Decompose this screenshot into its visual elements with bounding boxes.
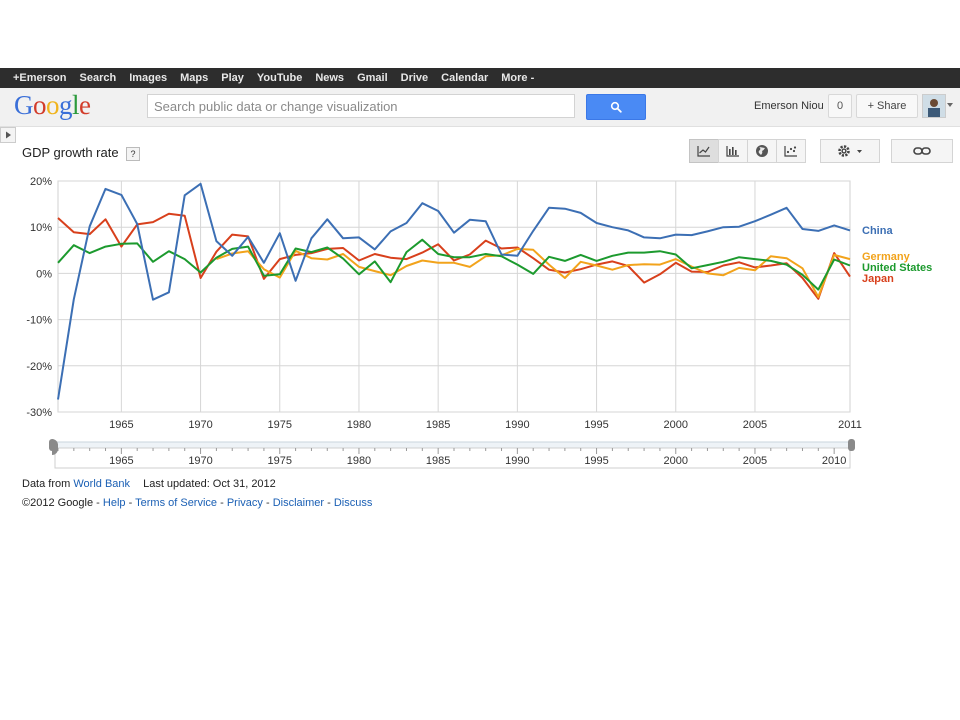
copyright: ©2012 Google	[22, 497, 94, 509]
timeline-label: 1980	[347, 455, 371, 467]
line-chart-icon	[697, 146, 710, 157]
logo-letter: G	[14, 90, 34, 120]
timeline-label: 1985	[426, 455, 450, 467]
header: Google Emerson Niou 0 + Share	[0, 88, 960, 127]
x-tick-label: 2005	[743, 419, 767, 431]
notification-count[interactable]: 0	[828, 94, 852, 118]
legend-label-china[interactable]: China	[862, 225, 893, 237]
x-tick-label: 1985	[426, 419, 450, 431]
logo-letter: l	[72, 90, 80, 120]
terms-link[interactable]: Terms of Service	[135, 497, 217, 509]
timeline-handle-left-knob[interactable]	[49, 439, 55, 451]
user-name[interactable]: Emerson Niou	[754, 100, 824, 112]
x-tick-label: 1970	[188, 419, 212, 431]
timeline-label: 1995	[584, 455, 608, 467]
logo-letter: e	[79, 90, 91, 120]
timeline-slider[interactable]: 1965 1970 1975 1980 1985 1990 1995 2000 2005 2010	[49, 439, 855, 469]
timeline-label: 1990	[505, 455, 529, 467]
chart-legend: ChinaGermanyUnited StatesJapan	[862, 225, 932, 285]
nav-item-news[interactable]: News	[315, 72, 344, 84]
y-tick-label: 10%	[30, 222, 52, 234]
link-button[interactable]	[891, 139, 953, 163]
timeline-handle-right[interactable]	[848, 439, 855, 451]
series-line-china[interactable]	[57, 182, 851, 400]
globe-icon	[756, 145, 768, 157]
timeline-label: 2005	[743, 455, 767, 467]
data-source-line: Data from World Bank Last updated: Oct 3…	[22, 478, 276, 490]
y-tick-label: -20%	[26, 361, 52, 373]
discuss-link[interactable]: Discuss	[334, 497, 373, 509]
search-button[interactable]	[586, 94, 646, 120]
map-button[interactable]	[747, 139, 777, 163]
timeline-label: 1975	[268, 455, 292, 467]
scatter-icon	[784, 146, 797, 157]
share-button[interactable]: + Share	[856, 94, 918, 118]
nav-item-play[interactable]: Play	[221, 72, 244, 84]
timeline-track[interactable]	[54, 441, 851, 449]
x-tick-label: 1990	[505, 419, 529, 431]
help-button[interactable]: ?	[126, 147, 140, 161]
privacy-link[interactable]: Privacy	[227, 497, 263, 509]
help-link[interactable]: Help	[103, 497, 126, 509]
avatar-photo-icon	[923, 95, 945, 117]
nav-item-gmail[interactable]: Gmail	[357, 72, 388, 84]
legend-label-japan[interactable]: Japan	[862, 273, 894, 285]
gdp-line-chart[interactable]: 20% 10% 0% -10% -20% -30% 1965 1970 1975 1980 1985…	[0, 165, 960, 475]
nav-item-drive[interactable]: Drive	[401, 72, 429, 84]
chart-axes: 20% 10% 0% -10% -20% -30% 1965 1970 1975 1980 1985…	[26, 176, 862, 431]
nav-item-more[interactable]: More -	[501, 72, 534, 84]
timeline-label: 1965	[109, 455, 133, 467]
nav-item-maps[interactable]: Maps	[180, 72, 208, 84]
nav-item-calendar[interactable]: Calendar	[441, 72, 488, 84]
chart-series	[57, 182, 851, 400]
timeline-label: 2010	[822, 455, 846, 467]
link-icon	[913, 147, 931, 155]
data-from-label: Data from	[22, 478, 71, 490]
x-tick-label: 1975	[268, 419, 292, 431]
account-menu-arrow-icon[interactable]	[947, 103, 953, 107]
side-panel-toggle[interactable]	[0, 127, 16, 143]
search-input[interactable]	[147, 94, 575, 118]
x-tick-label: 1965	[109, 419, 133, 431]
x-tick-label: 2000	[664, 419, 688, 431]
y-tick-label: 20%	[30, 176, 52, 188]
logo-letter: o	[33, 90, 47, 120]
disclaimer-link[interactable]: Disclaimer	[273, 497, 324, 509]
logo-letter: g	[59, 90, 73, 120]
y-tick-label: 0%	[36, 268, 52, 280]
timeline-label: 1970	[188, 455, 212, 467]
y-tick-label: -30%	[26, 407, 52, 419]
settings-button[interactable]	[820, 139, 880, 163]
search-icon	[610, 101, 622, 113]
nav-item-plus-emerson[interactable]: +Emerson	[13, 72, 67, 84]
nav-item-search[interactable]: Search	[80, 72, 117, 84]
y-tick-label: -10%	[26, 315, 52, 327]
x-tick-label: 1995	[584, 419, 608, 431]
x-tick-label: 2011	[838, 419, 862, 431]
scatter-chart-button[interactable]	[776, 139, 806, 163]
google-logo[interactable]: Google	[14, 90, 91, 121]
nav-item-youtube[interactable]: YouTube	[257, 72, 302, 84]
world-bank-link[interactable]: World Bank	[73, 478, 130, 490]
expand-arrow-icon	[6, 131, 11, 139]
footer-links: ©2012 Google - Help - Terms of Service -…	[22, 497, 373, 509]
last-updated: Last updated: Oct 31, 2012	[143, 478, 276, 490]
google-bar: +Emerson Search Images Maps Play YouTube…	[0, 68, 960, 88]
nav-item-images[interactable]: Images	[129, 72, 167, 84]
logo-letter: o	[46, 90, 60, 120]
bar-chart-icon	[726, 146, 739, 157]
chart-title: GDP growth rate	[22, 145, 119, 160]
timeline-axis	[54, 447, 851, 469]
avatar[interactable]	[922, 94, 946, 118]
timeline-label: 2000	[664, 455, 688, 467]
gear-icon	[838, 145, 862, 157]
bar-chart-button[interactable]	[718, 139, 748, 163]
line-chart-button[interactable]	[689, 139, 719, 163]
x-tick-label: 1980	[347, 419, 371, 431]
